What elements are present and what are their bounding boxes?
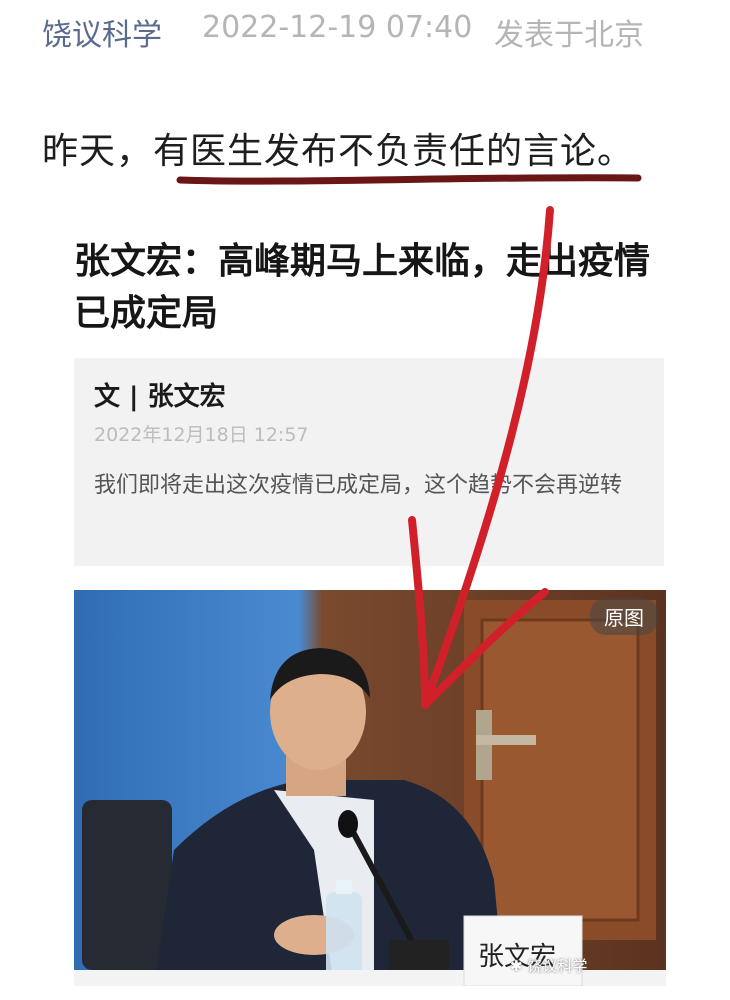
red-arrow-annotation bbox=[408, 206, 554, 709]
